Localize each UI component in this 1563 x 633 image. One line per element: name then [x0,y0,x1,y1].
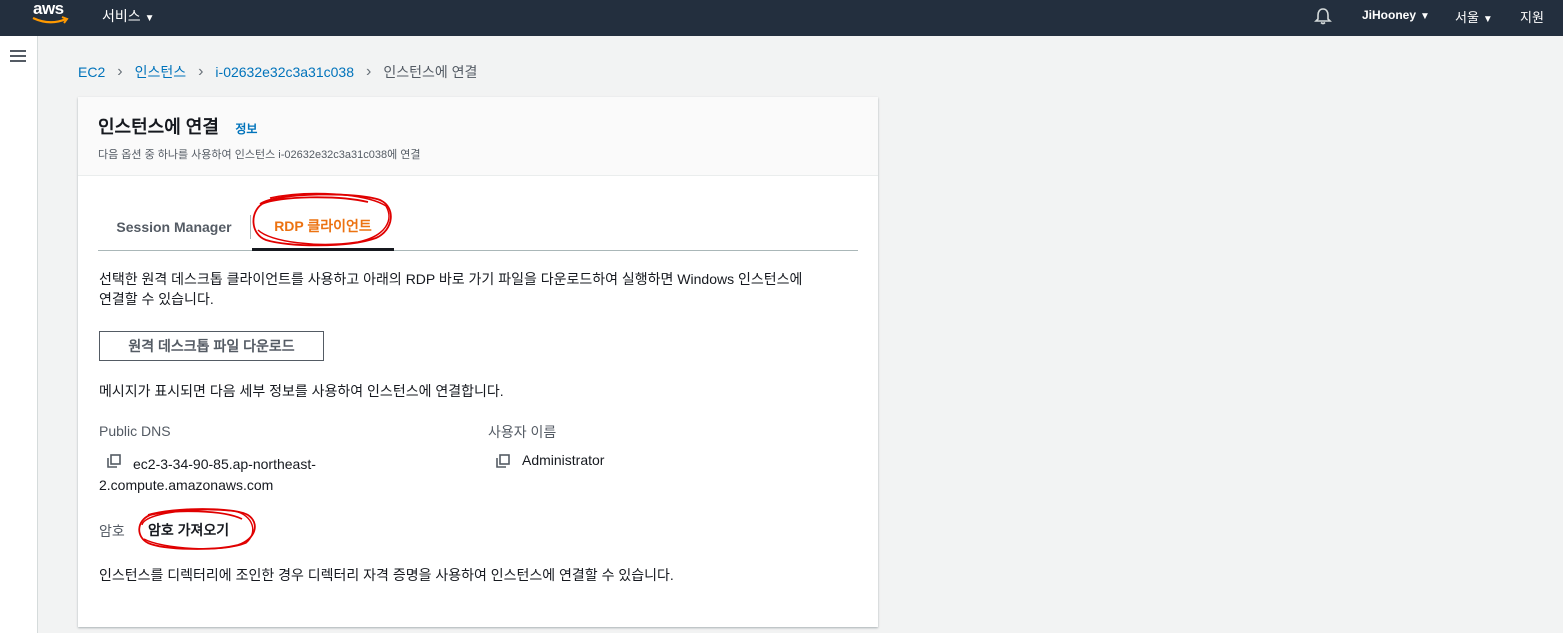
rdp-intro-text: 선택한 원격 데스크톱 클라이언트를 사용하고 아래의 RDP 바로 가기 파일… [99,269,859,309]
public-dns-value-line-2: 2.compute.amazonaws.com [99,477,274,493]
user-label: JiHooney [1362,8,1417,22]
breadcrumb-ec2[interactable]: EC2 [78,64,105,80]
password-label: 암호 [99,523,125,539]
connection-tabs: Session Manager RDP 클라이언트 [98,203,858,251]
chevron-right-icon: › [366,63,372,80]
breadcrumb-instances[interactable]: 인스턴스 [135,62,187,82]
region-label: 서울 [1455,10,1479,25]
chevron-right-icon: › [117,63,123,80]
public-dns-label: Public DNS [99,423,171,439]
support-menu[interactable]: 지원 [1520,7,1544,26]
smile-arrow-icon [32,16,69,24]
caret-down-icon: ▼ [1420,11,1430,22]
rdp-intro-line-2: 연결할 수 있습니다. [99,291,214,307]
top-navigation-bar: aws 서비스 ▼ JiHooney ▼ 서울 ▼ 지원 [0,0,1563,36]
copy-username-icon[interactable] [496,454,510,468]
username-label: 사용자 이름 [488,424,557,440]
hamburger-menu-icon[interactable] [10,50,26,62]
user-menu[interactable]: JiHooney ▼ [1362,8,1430,22]
side-navigation-rail [0,36,38,633]
chevron-right-icon: › [198,63,204,80]
tab-session-manager[interactable]: Session Manager [98,203,250,250]
get-password-link[interactable]: 암호 가져오기 [148,520,229,540]
username-value: Administrator [522,452,605,468]
prompt-instructions: 메시지가 표시되면 다음 세부 정보를 사용하여 인스턴스에 연결합니다. [99,383,504,399]
panel-header: 인스턴스에 연결 정보 다음 옵션 중 하나를 사용하여 인스턴스 i-0263… [78,97,878,176]
breadcrumb-instance-id[interactable]: i-02632e32c3a31c038 [215,64,354,80]
caret-down-icon: ▼ [1482,14,1493,25]
notification-bell-icon[interactable] [1313,6,1333,26]
public-dns-value-line-1: ec2-3-34-90-85.ap-northeast- [133,456,316,472]
info-link[interactable]: 정보 [235,120,257,137]
rdp-tab-content: 선택한 원격 데스크톱 클라이언트를 사용하고 아래의 RDP 바로 가기 파일… [99,269,859,583]
tab-rdp-client[interactable]: RDP 클라이언트 [252,203,394,251]
services-menu[interactable]: 서비스 ▼ [102,6,155,26]
connect-instance-panel: 인스턴스에 연결 정보 다음 옵션 중 하나를 사용하여 인스턴스 i-0263… [78,97,878,627]
download-rdp-file-button[interactable]: 원격 데스크톱 파일 다운로드 [99,331,324,361]
tab-divider [250,215,251,239]
aws-logo[interactable]: aws [30,0,72,30]
caret-down-icon: ▼ [144,13,155,24]
services-label: 서비스 [102,8,141,24]
region-menu[interactable]: 서울 ▼ [1455,7,1493,26]
panel-description: 다음 옵션 중 하나를 사용하여 인스턴스 i-02632e32c3a31c03… [98,149,421,161]
rdp-intro-line-1: 선택한 원격 데스크톱 클라이언트를 사용하고 아래의 RDP 바로 가기 파일… [99,271,803,287]
copy-dns-icon[interactable] [107,454,121,468]
breadcrumb-current: 인스턴스에 연결 [383,64,478,80]
directory-credentials-text: 인스턴스를 디렉터리에 조인한 경우 디렉터리 자격 증명을 사용하여 인스턴스… [99,567,674,583]
page-title: 인스턴스에 연결 [98,117,219,137]
breadcrumb: EC2 › 인스턴스 › i-02632e32c3a31c038 › 인스턴스에… [78,62,477,82]
support-label: 지원 [1520,10,1544,25]
